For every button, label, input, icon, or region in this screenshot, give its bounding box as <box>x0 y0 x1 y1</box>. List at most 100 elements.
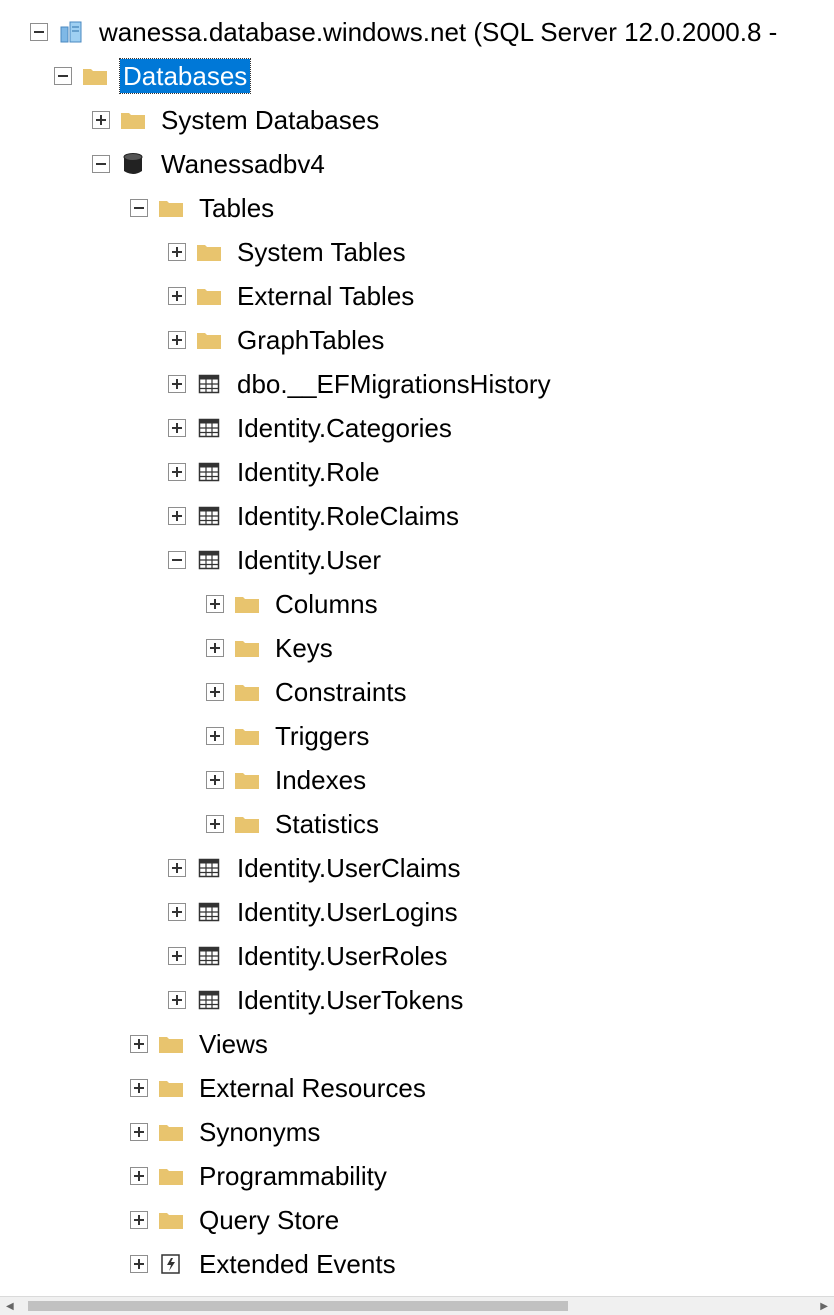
collapse-toggle[interactable] <box>92 155 110 173</box>
folder-icon <box>82 65 108 87</box>
table-icon <box>196 857 222 879</box>
expand-toggle[interactable] <box>130 1123 148 1141</box>
tree-node-label: Identity.User <box>237 545 382 575</box>
tree-node-system-tables[interactable]: System Tables <box>168 230 409 274</box>
tree-node-table[interactable]: Identity.Categories <box>168 406 455 450</box>
tree-node-extended-events[interactable]: Extended Events <box>130 1242 399 1286</box>
folder-icon <box>196 285 222 307</box>
tree-node-keys[interactable]: Keys <box>206 626 336 670</box>
collapse-toggle[interactable] <box>30 23 48 41</box>
tree-node-label: Extended Events <box>199 1249 396 1279</box>
expand-toggle[interactable] <box>130 1079 148 1097</box>
tree-node-graph-tables[interactable]: GraphTables <box>168 318 387 362</box>
expand-toggle[interactable] <box>92 111 110 129</box>
folder-icon <box>234 813 260 835</box>
expand-toggle[interactable] <box>168 947 186 965</box>
tree-node-label: Indexes <box>275 765 367 795</box>
expand-toggle[interactable] <box>168 419 186 437</box>
expand-toggle[interactable] <box>130 1211 148 1229</box>
scroll-left-icon[interactable]: ◀ <box>6 1301 14 1312</box>
tree-node-user-table[interactable]: Identity.User <box>168 538 384 582</box>
folder-icon <box>234 725 260 747</box>
tree-node-table[interactable]: Identity.UserClaims <box>168 846 463 890</box>
tree-node-storage[interactable]: St <box>130 1286 227 1296</box>
collapse-toggle[interactable] <box>168 551 186 569</box>
expand-toggle[interactable] <box>206 727 224 745</box>
folder-icon <box>158 197 184 219</box>
folder-icon <box>234 593 260 615</box>
tree-node-views[interactable]: Views <box>130 1022 271 1066</box>
tree-node-query-store[interactable]: Query Store <box>130 1198 342 1242</box>
expand-toggle[interactable] <box>168 859 186 877</box>
tree-node-constraints[interactable]: Constraints <box>206 670 410 714</box>
tree-node-databases[interactable]: Databases <box>54 54 252 98</box>
tree-node-table[interactable]: Identity.UserTokens <box>168 978 466 1022</box>
tree-node-label: Identity.UserClaims <box>237 853 461 883</box>
tree-node-label: Columns <box>275 589 378 619</box>
expand-toggle[interactable] <box>168 243 186 261</box>
expand-toggle[interactable] <box>168 287 186 305</box>
expand-toggle[interactable] <box>168 507 186 525</box>
expand-toggle[interactable] <box>206 595 224 613</box>
expand-toggle[interactable] <box>206 683 224 701</box>
tree-node-external-resources[interactable]: External Resources <box>130 1066 429 1110</box>
tree-node-synonyms[interactable]: Synonyms <box>130 1110 323 1154</box>
folder-icon <box>158 1121 184 1143</box>
tree-node-label: dbo.__EFMigrationsHistory <box>237 369 551 399</box>
expand-toggle[interactable] <box>206 639 224 657</box>
expand-toggle[interactable] <box>130 1035 148 1053</box>
expand-toggle[interactable] <box>168 463 186 481</box>
tree-node-programmability[interactable]: Programmability <box>130 1154 390 1198</box>
tables-label: Tables <box>199 193 275 223</box>
expand-toggle[interactable] <box>130 1255 148 1273</box>
tree-node-server[interactable]: wanessa.database.windows.net (SQL Server… <box>30 10 780 54</box>
databases-label: Databases <box>118 58 252 94</box>
tree-node-label: Identity.UserTokens <box>237 985 464 1015</box>
expand-toggle[interactable] <box>168 375 186 393</box>
database-label: Wanessadbv4 <box>161 149 325 179</box>
tree-node-statistics[interactable]: Statistics <box>206 802 382 846</box>
collapse-toggle[interactable] <box>130 199 148 217</box>
table-icon <box>196 461 222 483</box>
folder-icon <box>234 769 260 791</box>
scrollbar-thumb[interactable] <box>28 1301 568 1311</box>
collapse-toggle[interactable] <box>54 67 72 85</box>
tree-node-table[interactable]: Identity.UserLogins <box>168 890 461 934</box>
tree-node-label: Triggers <box>275 721 370 751</box>
tree-node-columns[interactable]: Columns <box>206 582 381 626</box>
database-icon <box>120 153 146 175</box>
expand-toggle[interactable] <box>168 991 186 1009</box>
tree-node-triggers[interactable]: Triggers <box>206 714 372 758</box>
tree-node-table[interactable]: Identity.Role <box>168 450 383 494</box>
expand-toggle[interactable] <box>206 815 224 833</box>
tree-node-label: Keys <box>275 633 333 663</box>
tree-node-tables[interactable]: Tables <box>130 186 277 230</box>
table-icon <box>196 901 222 923</box>
tree-node-database[interactable]: Wanessadbv4 <box>92 142 328 186</box>
tree-node-table[interactable]: dbo.__EFMigrationsHistory <box>168 362 554 406</box>
tree-node-label: Identity.RoleClaims <box>237 501 460 531</box>
folder-icon <box>196 241 222 263</box>
expand-toggle[interactable] <box>206 771 224 789</box>
tree-node-external-tables[interactable]: External Tables <box>168 274 417 318</box>
folder-icon <box>158 1077 184 1099</box>
scroll-right-icon[interactable]: ▶ <box>820 1301 828 1312</box>
folder-icon <box>234 637 260 659</box>
horizontal-scrollbar[interactable]: ◀ ▶ <box>0 1296 834 1315</box>
extended-events-icon <box>158 1253 184 1275</box>
tree-node-table[interactable]: Identity.UserRoles <box>168 934 451 978</box>
folder-icon <box>120 109 146 131</box>
tree-node-table[interactable]: Identity.RoleClaims <box>168 494 462 538</box>
tree-node-label: Identity.Role <box>237 457 380 487</box>
expand-toggle[interactable] <box>130 1167 148 1185</box>
table-icon <box>196 373 222 395</box>
tree-node-indexes[interactable]: Indexes <box>206 758 369 802</box>
tree-node-label: Statistics <box>275 809 380 839</box>
expand-toggle[interactable] <box>168 903 186 921</box>
table-icon <box>196 549 222 571</box>
tree-node-label: Programmability <box>199 1161 387 1191</box>
object-explorer-tree: wanessa.database.windows.net (SQL Server… <box>0 0 834 1296</box>
expand-toggle[interactable] <box>168 331 186 349</box>
tree-node-system-databases[interactable]: System Databases <box>92 98 382 142</box>
table-icon <box>196 417 222 439</box>
